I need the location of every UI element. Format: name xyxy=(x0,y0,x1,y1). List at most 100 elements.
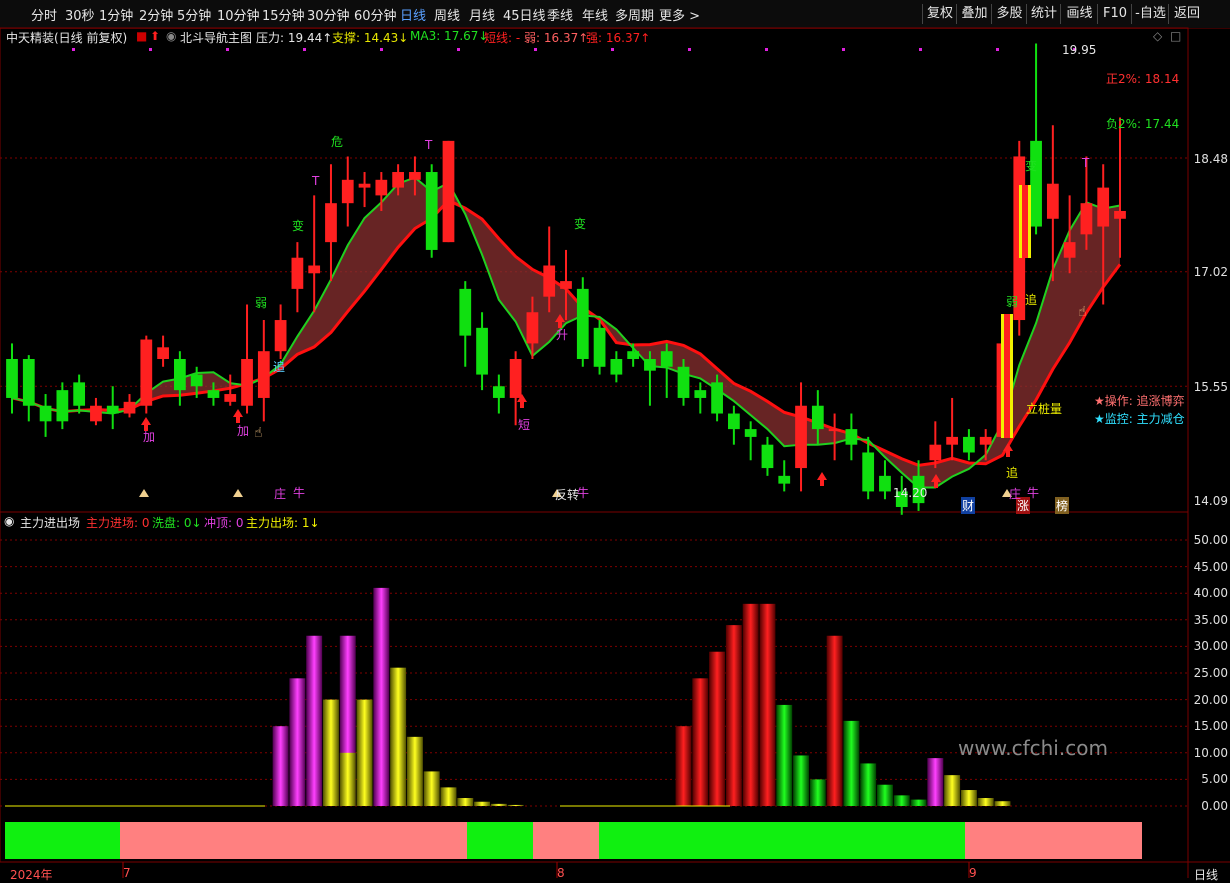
candle-body xyxy=(644,358,656,371)
sub-collapse-icon[interactable]: ◉ xyxy=(4,514,14,528)
candle-body xyxy=(627,351,640,359)
negative-2pct-label: 负2%: 17.44 xyxy=(1106,117,1180,131)
sub-bar xyxy=(457,798,474,806)
candle-body xyxy=(274,320,287,352)
candle-body xyxy=(425,172,438,250)
marker-dot xyxy=(611,48,614,51)
candle-body xyxy=(929,444,942,461)
marker-dot xyxy=(919,48,922,51)
high-price-label: 19.95 xyxy=(1062,43,1097,57)
candle-body xyxy=(744,429,757,437)
positive-2pct-label: 正2%: 18.14 xyxy=(1106,72,1180,86)
candle-body xyxy=(1097,187,1110,227)
marker-dot xyxy=(380,48,383,51)
sub-bar xyxy=(910,799,927,806)
candle-body xyxy=(123,401,136,414)
sub-bar xyxy=(289,678,306,806)
sub-axis-tick: 5.00 xyxy=(1201,772,1228,787)
marker-dot xyxy=(688,48,691,51)
marker-dot xyxy=(226,48,229,51)
marker-dot xyxy=(303,48,306,51)
candle-body xyxy=(593,327,606,367)
red-up-arrow xyxy=(233,409,243,423)
status-segment xyxy=(120,822,467,859)
candle-body xyxy=(6,358,18,398)
sub-bar xyxy=(474,801,491,806)
chase-label-3: 追 xyxy=(1006,466,1019,480)
candle-body xyxy=(1046,183,1059,219)
date-year: 2024年 xyxy=(10,868,53,882)
candle-body xyxy=(1080,203,1093,235)
short-label: 短 xyxy=(518,418,531,432)
candle-body xyxy=(828,429,841,432)
period-indicator[interactable]: 日线 xyxy=(1194,866,1218,883)
sub-axis-tick: 50.00 xyxy=(1193,533,1228,547)
niu-label-1: 牛 xyxy=(293,486,306,500)
candle-body xyxy=(190,374,203,387)
sub-bar xyxy=(893,795,910,806)
t-label-2: T xyxy=(425,138,433,152)
candle-body xyxy=(375,179,388,196)
hand-cursor-icon-2: ☝ xyxy=(1078,304,1087,320)
sub-axis-tick: 25.00 xyxy=(1193,666,1228,680)
weak-label-1: 弱 xyxy=(255,296,268,310)
candle-body xyxy=(56,390,69,422)
sub-indicator-name[interactable]: 主力进出场 xyxy=(20,514,80,531)
sub-bar xyxy=(725,625,742,806)
candle-body xyxy=(1114,210,1126,219)
candle-body xyxy=(392,172,404,188)
watermark: www.cfchi.com xyxy=(958,736,1108,760)
marker-dot xyxy=(842,48,845,51)
candle-body xyxy=(358,183,371,188)
price-axis-tick: 18.48 xyxy=(1193,152,1228,166)
candle-body xyxy=(610,358,623,375)
candle-body xyxy=(1063,242,1076,258)
candle-body xyxy=(543,265,556,297)
sub-exit-value: 主力出场: 1↓ xyxy=(246,516,320,530)
candle-body xyxy=(576,288,589,359)
sub-axis-tick: 10.00 xyxy=(1193,745,1228,760)
sub-bar xyxy=(440,787,457,806)
candle-body xyxy=(241,358,253,406)
sub-bar xyxy=(406,736,423,806)
sub-bar xyxy=(977,798,994,806)
candle-body xyxy=(90,405,102,422)
candle-body xyxy=(711,382,723,414)
marker-dot xyxy=(72,48,75,51)
sub-axis-tick: 30.00 xyxy=(1193,639,1228,654)
sub-bar xyxy=(776,704,793,806)
candle-body xyxy=(409,172,421,180)
candle-body xyxy=(879,475,891,492)
candle-body xyxy=(509,358,522,398)
candle-body xyxy=(341,179,354,204)
add-label-1: 加 xyxy=(143,430,156,444)
sub-bar xyxy=(373,587,390,806)
candle-body xyxy=(224,394,237,402)
add-label-2: 加 xyxy=(237,424,250,438)
status-segment xyxy=(5,822,120,859)
pyramid-icon xyxy=(139,489,149,497)
change-label-3: 变 xyxy=(1025,159,1038,173)
sub-bar xyxy=(960,790,977,806)
marker-dot xyxy=(457,48,460,51)
candle-body xyxy=(174,358,186,391)
zhuang-label: 庄 xyxy=(274,487,287,501)
change-label-1: 变 xyxy=(292,219,305,233)
cai-badge: 财 xyxy=(961,497,976,514)
sub-bar xyxy=(272,726,289,806)
danger-label: 危 xyxy=(331,135,344,149)
candle-body xyxy=(979,436,992,445)
pyramid-icon xyxy=(233,489,243,497)
candle-body xyxy=(106,405,119,414)
sub-axis-tick: 40.00 xyxy=(1193,586,1228,601)
candle-body xyxy=(207,390,220,398)
status-segment xyxy=(599,822,965,859)
candle-body xyxy=(157,347,169,359)
status-segment xyxy=(467,822,533,859)
sub-bar xyxy=(390,667,407,806)
candle-body xyxy=(39,405,52,422)
zhuang-label-2: 庄 xyxy=(1009,487,1022,501)
marker-dot xyxy=(149,48,152,51)
candle-body xyxy=(560,281,572,289)
candle-body xyxy=(694,390,707,398)
